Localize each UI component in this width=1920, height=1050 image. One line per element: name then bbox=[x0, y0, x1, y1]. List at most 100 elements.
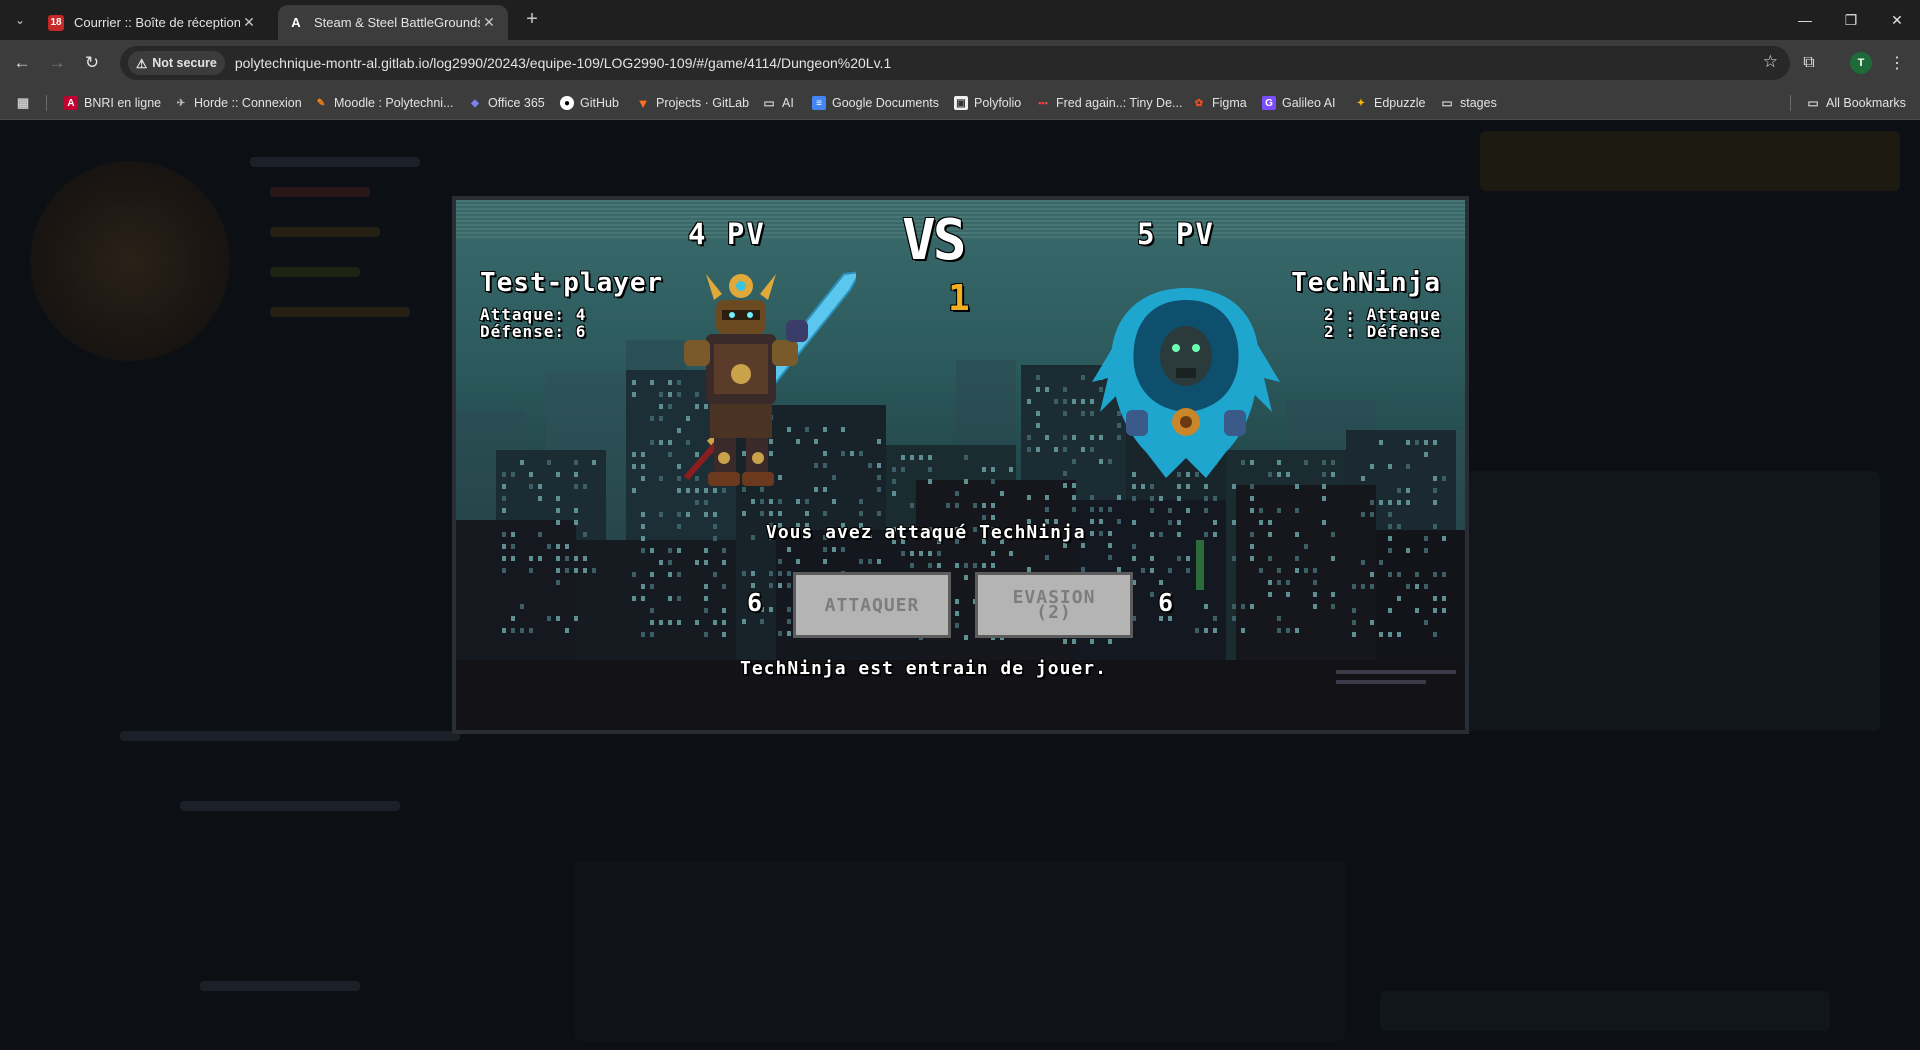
menu-kebab-icon[interactable]: ⋮ bbox=[1884, 50, 1910, 76]
samurai-avatar bbox=[683, 271, 856, 486]
building-window bbox=[982, 503, 986, 508]
bookmark-star-icon[interactable]: ☆ bbox=[1763, 52, 1778, 72]
folder-icon: ▭ bbox=[763, 96, 775, 110]
extensions-icon[interactable]: ⧉ bbox=[1796, 50, 1822, 76]
opponent-name: TechNinja bbox=[1291, 268, 1441, 298]
building-window bbox=[565, 568, 569, 573]
building-window bbox=[641, 512, 645, 517]
back-icon[interactable]: ← bbox=[9, 50, 35, 76]
building-window bbox=[787, 583, 791, 588]
bookmark-figma[interactable]: ✿ Figma bbox=[1192, 93, 1247, 113]
building-window bbox=[928, 551, 932, 556]
building-window bbox=[1331, 532, 1335, 537]
background-text bbox=[250, 157, 420, 167]
tab-game[interactable]: A Steam & Steel BattleGrounds ✕ bbox=[278, 5, 508, 40]
bookmark-folder-stages[interactable]: ▭ stages bbox=[1440, 93, 1497, 113]
building-window bbox=[778, 559, 782, 564]
building-window bbox=[787, 607, 791, 612]
building-window bbox=[778, 571, 782, 576]
url-text[interactable]: polytechnique-montr-al.gitlab.io/log2990… bbox=[235, 55, 891, 71]
building-window bbox=[1213, 520, 1217, 525]
building-window bbox=[556, 580, 560, 585]
building-window bbox=[955, 491, 959, 496]
bookmark-fred-again[interactable]: ▪▪▪ Fred again..: Tiny De... bbox=[1036, 93, 1182, 113]
building-window bbox=[1277, 568, 1281, 573]
building-window bbox=[565, 556, 569, 561]
close-icon[interactable]: ✕ bbox=[240, 14, 258, 31]
bookmark-polyfolio[interactable]: ▣ Polyfolio bbox=[954, 93, 1021, 113]
building-window bbox=[529, 484, 533, 489]
building-window bbox=[1442, 536, 1446, 541]
background-text bbox=[180, 801, 400, 811]
building-window bbox=[1232, 556, 1236, 561]
close-icon[interactable]: ✕ bbox=[480, 14, 498, 31]
bookmark-galileo[interactable]: G Galileo AI bbox=[1262, 93, 1336, 113]
bookmark-office365[interactable]: ◆ Office 365 bbox=[468, 93, 545, 113]
building-window bbox=[1331, 472, 1335, 477]
attack-button[interactable]: ATTAQUER bbox=[793, 572, 951, 638]
building-window bbox=[704, 596, 708, 601]
building-window bbox=[677, 524, 681, 529]
building-window bbox=[955, 611, 959, 616]
bookmark-google-docs[interactable]: ≡ Google Documents bbox=[812, 93, 939, 113]
building-window bbox=[1424, 548, 1428, 553]
bookmark-label: BNRI en ligne bbox=[84, 96, 162, 110]
building-window bbox=[1433, 608, 1437, 613]
building-window bbox=[1177, 484, 1181, 489]
profile-avatar[interactable]: T bbox=[1850, 52, 1872, 74]
all-bookmarks[interactable]: ▭ All Bookmarks bbox=[1806, 93, 1906, 113]
building-window bbox=[1132, 484, 1136, 489]
bookmark-gitlab[interactable]: ▼ Projects · GitLab bbox=[636, 93, 750, 113]
bookmark-moodle[interactable]: ✎ Moodle : Polytechni... bbox=[314, 93, 454, 113]
bookmark-bnri[interactable]: A BNRI en ligne bbox=[64, 93, 161, 113]
address-bar[interactable]: ⚠ Not secure polytechnique-montr-al.gitl… bbox=[120, 46, 1790, 80]
building-window bbox=[1424, 440, 1428, 445]
bookmark-folder-ai[interactable]: ▭ AI bbox=[762, 93, 793, 113]
tab-search-chevron-icon[interactable]: ⌄ bbox=[8, 8, 32, 32]
bookmark-label: Edpuzzle bbox=[1374, 96, 1426, 110]
building-window bbox=[1370, 500, 1374, 505]
building-window bbox=[1054, 447, 1058, 452]
bookmark-github[interactable]: ● GitHub bbox=[560, 93, 619, 113]
minimize-icon[interactable]: — bbox=[1782, 0, 1828, 40]
tab-mail[interactable]: 18 Courrier :: Boîte de réception ✕ bbox=[38, 5, 268, 40]
building-window bbox=[1313, 580, 1317, 585]
evasion-button[interactable]: EVASION (2) bbox=[975, 572, 1133, 638]
building-window bbox=[556, 544, 560, 549]
building-window bbox=[650, 584, 654, 589]
building-window bbox=[1259, 508, 1263, 513]
building-window bbox=[1177, 532, 1181, 537]
background-text bbox=[270, 267, 360, 277]
building-window bbox=[1295, 628, 1299, 633]
building-window bbox=[877, 463, 881, 468]
player-defense-stat: Défense: 6 bbox=[480, 322, 587, 341]
reload-icon[interactable]: ↻ bbox=[79, 50, 105, 76]
building-window bbox=[823, 559, 827, 564]
security-chip[interactable]: ⚠ Not secure bbox=[128, 51, 225, 75]
building-window bbox=[1072, 459, 1076, 464]
bookmark-label: All Bookmarks bbox=[1826, 96, 1906, 110]
building-window bbox=[547, 544, 551, 549]
building-window bbox=[1150, 532, 1154, 537]
building-window bbox=[722, 584, 726, 589]
building-window bbox=[502, 484, 506, 489]
bookmark-horde[interactable]: ✈ Horde :: Connexion bbox=[174, 93, 302, 113]
figma-icon: ✿ bbox=[1194, 97, 1204, 109]
building-window bbox=[1424, 584, 1428, 589]
new-tab-icon[interactable]: + bbox=[520, 7, 544, 31]
building-window bbox=[1406, 500, 1410, 505]
building-window bbox=[892, 467, 896, 472]
building-window bbox=[1063, 447, 1067, 452]
restore-icon[interactable]: ❐ bbox=[1828, 0, 1874, 40]
bookmark-edpuzzle[interactable]: ✦ Edpuzzle bbox=[1354, 93, 1426, 113]
building-window bbox=[1388, 512, 1392, 517]
apps-grid-icon[interactable]: ▦ bbox=[16, 93, 30, 113]
building-window bbox=[946, 503, 950, 508]
building-window bbox=[1379, 560, 1383, 565]
building-window bbox=[1322, 520, 1326, 525]
forward-icon[interactable]: → bbox=[44, 50, 70, 76]
building-window bbox=[713, 512, 717, 517]
building-window bbox=[641, 536, 645, 541]
close-window-icon[interactable]: ✕ bbox=[1874, 0, 1920, 40]
building-window bbox=[641, 524, 645, 529]
